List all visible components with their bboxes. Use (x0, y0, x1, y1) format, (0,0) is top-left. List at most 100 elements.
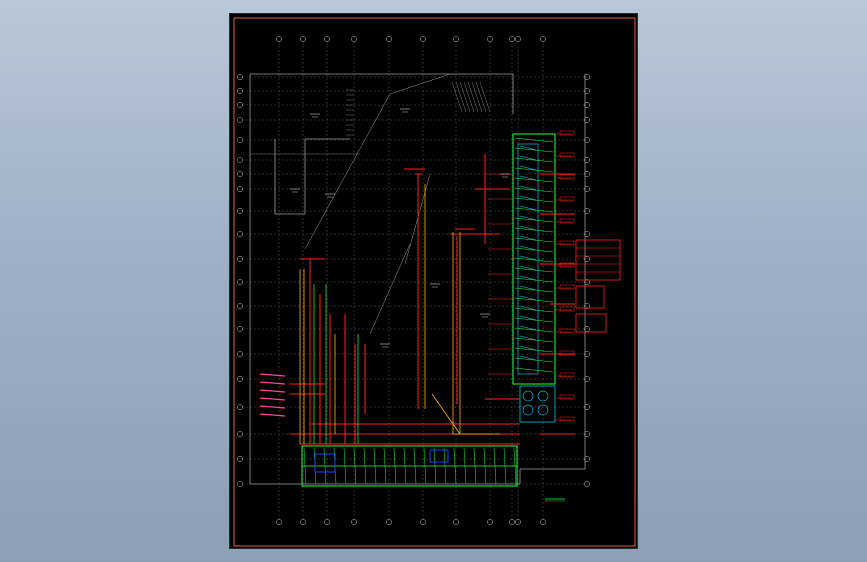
green-pipe-run (514, 167, 554, 173)
green-pipe-run (514, 257, 554, 263)
green-pipe-run (514, 317, 554, 323)
grid-bubble-icon (237, 186, 243, 192)
green-pipe-run (514, 287, 554, 293)
green-pipe-run (514, 297, 554, 303)
blue-equipment (429, 449, 449, 463)
grid-bubble-icon (237, 102, 243, 108)
cyan-equipment (519, 385, 556, 423)
grid-bubble-icon (237, 376, 243, 382)
stair-hatch (463, 81, 475, 113)
magenta-pipe-run (259, 381, 286, 385)
callout-tag (559, 284, 575, 290)
drawing-sheet[interactable] (229, 13, 638, 549)
callout-tag (559, 416, 575, 422)
stair-hatch (475, 81, 487, 113)
grid-bubble-icon (420, 519, 426, 525)
callout-tag (559, 306, 575, 312)
green-pipe-run (514, 327, 554, 333)
callout-tag (559, 394, 575, 400)
grid-bubble-icon (237, 88, 243, 94)
grid-bubble-icon (386, 36, 392, 42)
green-pipe-run (514, 277, 554, 283)
cad-viewport[interactable] (0, 0, 867, 562)
stair-hatch (479, 81, 491, 113)
green-pipe-run (514, 247, 554, 253)
green-pipe-run (514, 197, 554, 203)
grid-bubble-icon (324, 519, 330, 525)
callout-tag (559, 130, 575, 136)
green-pipe-run (514, 227, 554, 233)
fan-coil-icon (522, 404, 534, 416)
grid-bubble-icon (453, 519, 459, 525)
grid-bubble-icon (237, 157, 243, 163)
magenta-pipe-run (259, 397, 286, 401)
callout-tag (559, 218, 575, 224)
callout-tag (559, 152, 575, 158)
green-pipe-run (514, 267, 554, 273)
grid-bubble-icon (276, 519, 282, 525)
green-pipe-run (514, 367, 554, 373)
grid-bubble-icon (237, 208, 243, 214)
grid-bubble-icon (453, 36, 459, 42)
green-pipe-run (514, 237, 554, 243)
grid-bubble-icon (487, 519, 493, 525)
grid-bubble-icon (237, 279, 243, 285)
stair-hatch (467, 81, 479, 113)
green-pipe-run (514, 147, 554, 153)
green-pipe-run (514, 337, 554, 343)
grid-bubble-icon (237, 137, 243, 143)
grid-bubble-icon (276, 36, 282, 42)
grid-bubble-icon (509, 519, 515, 525)
grid-bubble-icon (351, 519, 357, 525)
diagonal-line (369, 243, 411, 335)
grid-bubble-icon (237, 256, 243, 262)
green-pipe-run (514, 177, 554, 183)
grid-bubble-icon (237, 231, 243, 237)
grid-bubble-icon (237, 351, 243, 357)
grid-bubble-icon (237, 456, 243, 462)
grid-bubble-icon (300, 36, 306, 42)
legend-table-icon (575, 239, 621, 281)
green-pipe-run (514, 187, 554, 193)
fan-coil-icon (522, 390, 534, 402)
green-pipe-run (514, 357, 554, 363)
magenta-pipe-run (259, 413, 286, 417)
callout-tag (559, 328, 575, 334)
green-pipe-run (514, 217, 554, 223)
stair-hatch (459, 81, 471, 113)
stair-hatch (455, 81, 467, 113)
grid-bubble-icon (509, 36, 515, 42)
yellow-pipe-run (431, 393, 461, 435)
grid-bubble-icon (351, 36, 357, 42)
grid-bubble-icon (420, 36, 426, 42)
legend-table-icon (575, 285, 605, 309)
grid-bubble-icon (237, 117, 243, 123)
callout-tag (559, 196, 575, 202)
stair-hatch (451, 81, 463, 113)
grid-bubble-icon (237, 74, 243, 80)
grid-bubble-icon (515, 36, 521, 42)
magenta-pipe-run (259, 389, 286, 393)
grid-bubble-icon (300, 519, 306, 525)
grid-bubble-icon (487, 36, 493, 42)
stair-hatch (471, 81, 483, 113)
callout-tag (559, 174, 575, 180)
grid-bubble-icon (237, 431, 243, 437)
grid-bubble-icon (237, 326, 243, 332)
cad-drawing[interactable] (230, 14, 639, 550)
green-pipe-run (514, 207, 554, 213)
callout-tag (559, 372, 575, 378)
grid-bubble-icon (324, 36, 330, 42)
grid-bubble-icon (237, 171, 243, 177)
grid-bubble-icon (237, 481, 243, 487)
legend-table-icon (575, 313, 607, 333)
grid-bubble-icon (515, 519, 521, 525)
grid-bubble-icon (386, 519, 392, 525)
green-pipe-run (514, 347, 554, 353)
magenta-pipe-run (259, 373, 286, 377)
grid-bubble-icon (237, 404, 243, 410)
grid-bubble-icon (540, 36, 546, 42)
grid-bubble-icon (237, 303, 243, 309)
grid-bubble-icon (540, 519, 546, 525)
callout-tag (559, 240, 575, 246)
